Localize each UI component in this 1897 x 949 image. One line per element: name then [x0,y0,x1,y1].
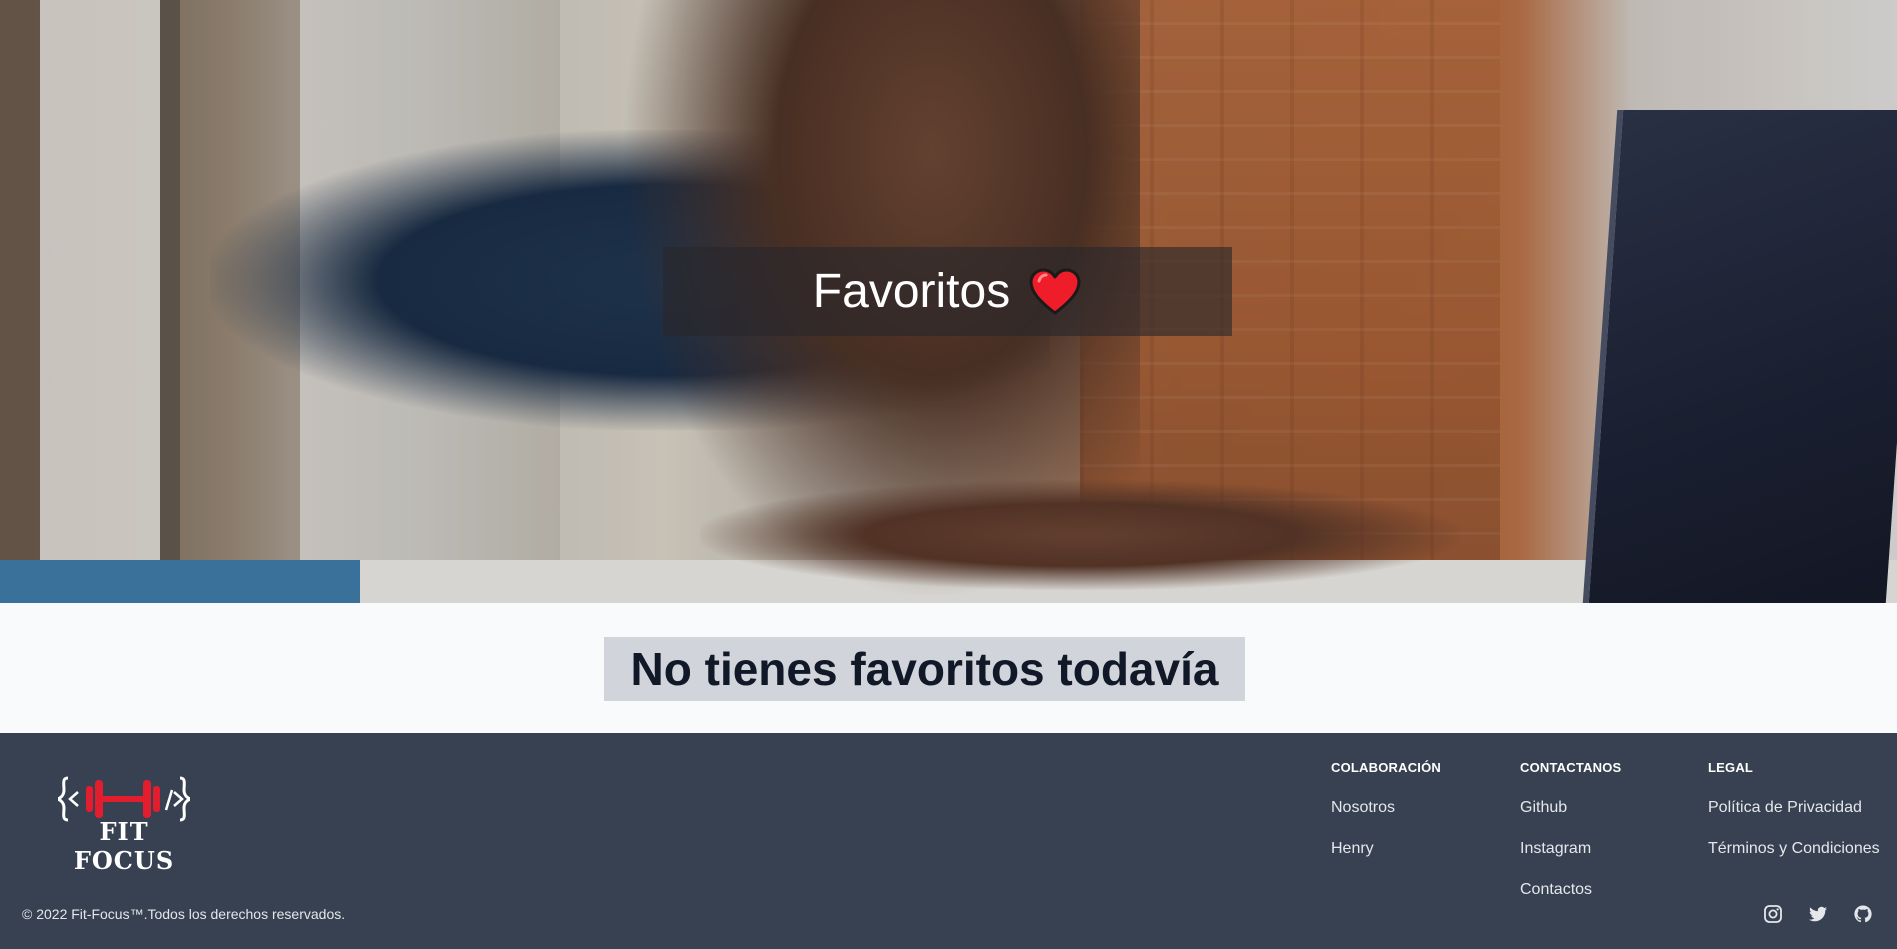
github-icon[interactable] [1853,904,1873,924]
twitter-icon[interactable] [1808,904,1828,924]
empty-state-box: No tienes favoritos todavía [604,637,1245,701]
hero-banner-image: Favoritos [0,0,1897,603]
footer-link-terms[interactable]: Términos y Condiciones [1708,839,1880,858]
copyright-text: © 2022 Fit-Focus™.Todos los derechos res… [22,906,346,922]
footer-column-legal: LEGAL Política de Privacidad Términos y … [1708,760,1880,858]
logo-text[interactable]: FIT FOCUS [58,817,190,875]
hero-title-banner: Favoritos [663,247,1232,336]
footer-heading: LEGAL [1708,760,1754,775]
heart-icon [1029,268,1081,314]
footer-heading: CONTACTANOS [1520,760,1622,775]
footer-column-contactanos: CONTACTANOS Github Instagram Contactos [1520,760,1621,899]
site-footer: FIT FOCUS COLABORACIÓN Nosotros Henry CO… [0,733,1897,949]
footer-column-colaboracion: COLABORACIÓN Nosotros Henry [1331,760,1441,858]
footer-link-privacy[interactable]: Política de Privacidad [1708,798,1880,817]
instagram-icon[interactable] [1763,904,1783,924]
favorites-content: No tienes favoritos todavía [0,603,1897,733]
footer-heading: COLABORACIÓN [1331,760,1442,775]
empty-state-message: No tienes favoritos todavía [630,643,1219,695]
footer-link-contactos[interactable]: Contactos [1520,880,1621,899]
footer-link-instagram[interactable]: Instagram [1520,839,1621,858]
footer-link-nosotros[interactable]: Nosotros [1331,798,1441,817]
page-title: Favoritos [812,264,1011,318]
footer-link-github[interactable]: Github [1520,798,1621,817]
footer-link-henry[interactable]: Henry [1331,839,1441,858]
